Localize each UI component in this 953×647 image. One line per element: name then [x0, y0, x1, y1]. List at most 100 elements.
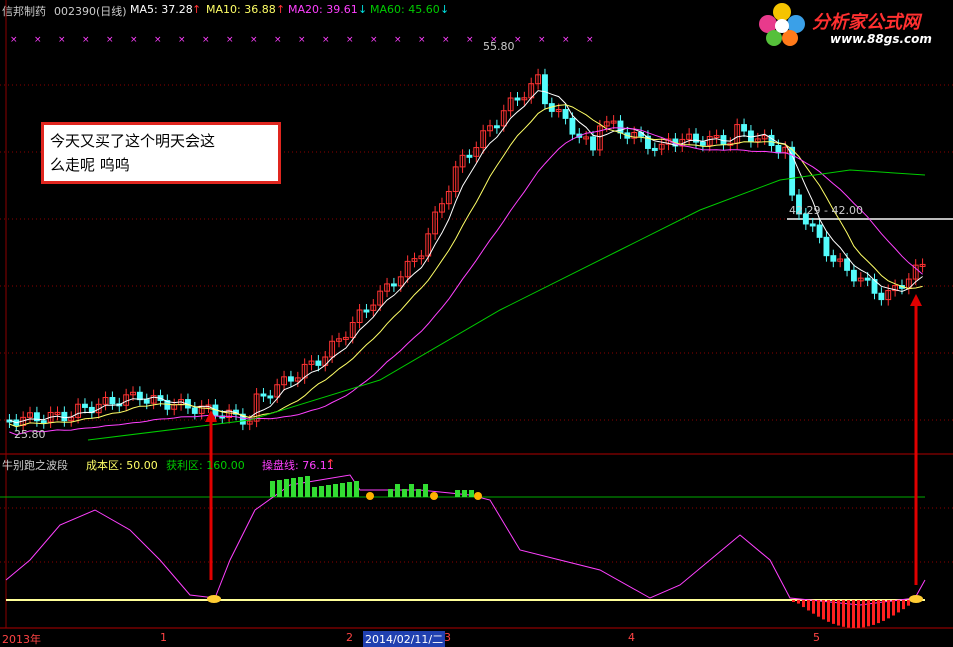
cross-mark: × — [538, 35, 546, 45]
cross-mark: × — [346, 35, 354, 45]
candle-body — [267, 395, 274, 399]
cross-mark: × — [298, 35, 306, 45]
cost-bar — [817, 600, 820, 617]
cost-label: 成本区: 50.00 — [86, 459, 158, 472]
annotation-arrows — [205, 294, 922, 585]
profit-bar — [319, 486, 324, 497]
profit-bar — [333, 484, 338, 497]
cost-bar — [802, 600, 805, 608]
cross-mark: × — [586, 35, 594, 45]
candle-body — [514, 97, 521, 101]
candle-body — [390, 283, 397, 287]
candle-body — [823, 236, 830, 257]
cost-bar — [832, 600, 835, 624]
x-label-date: 2014/02/11/二 — [363, 631, 446, 647]
cost-bar — [807, 600, 810, 611]
cross-mark: × — [58, 35, 66, 45]
low-price-label: 25.80 — [14, 428, 46, 441]
comment-note: 今天又买了这个明天会这 么走呢 呜呜 — [41, 122, 281, 184]
signal-icon — [366, 492, 374, 500]
profit-bar — [326, 485, 331, 497]
high-price-label: 55.80 — [483, 40, 515, 53]
candle-body — [260, 393, 267, 397]
profit-bar — [312, 487, 317, 497]
cost-bar — [792, 600, 795, 602]
candle-body — [878, 292, 885, 301]
profit-bar — [277, 480, 282, 497]
candle-body — [844, 258, 850, 271]
cost-bar — [837, 600, 840, 626]
cross-mark: × — [394, 35, 402, 45]
cost-bar — [867, 600, 870, 627]
candle-body — [569, 117, 576, 135]
candle-body — [850, 269, 857, 282]
cross-mark: × — [274, 35, 282, 45]
note-line-1: 今天又买了这个明天会这 — [50, 132, 216, 150]
cost-bar — [882, 600, 885, 621]
candle-body — [143, 399, 150, 404]
profit-bar — [402, 489, 407, 497]
cost-bar — [812, 600, 815, 614]
operation-label: 操盘线: 76.11 — [262, 459, 334, 472]
x-label-2013: 2013年 — [2, 633, 41, 646]
candle-body — [830, 255, 837, 262]
cost-bar — [842, 600, 845, 627]
candle-body — [816, 224, 823, 238]
cost-bar — [892, 600, 895, 616]
cross-mark: × — [466, 35, 474, 45]
cross-mark: × — [154, 35, 162, 45]
cross-mark: × — [226, 35, 234, 45]
cross-mark: × — [130, 35, 138, 45]
cost-bar — [827, 600, 830, 622]
profit-bar — [416, 489, 421, 497]
operation-up-icon: ↑ — [326, 457, 336, 470]
range-price-label: 42.29 - 42.00 — [789, 204, 863, 217]
buy-signal-icon — [909, 595, 923, 603]
profit-bar — [347, 482, 352, 497]
cross-mark: × — [370, 35, 378, 45]
candle-body — [775, 145, 782, 154]
candle-body — [315, 360, 322, 366]
cost-bar — [872, 600, 875, 625]
cross-mark: × — [10, 35, 18, 45]
candle-body — [809, 223, 816, 227]
note-line-2: 么走呢 呜呜 — [50, 156, 130, 174]
x-label-5: 5 — [813, 631, 820, 644]
indicator-name[interactable]: 牛别跑之波段 — [2, 457, 68, 473]
x-label-3: 3 — [444, 631, 451, 644]
grid-lines — [0, 0, 953, 629]
cross-mark: × — [178, 35, 186, 45]
profit-bar — [455, 490, 460, 497]
candle-body — [191, 407, 198, 414]
cost-bar — [857, 600, 860, 628]
buy-signal-icon — [207, 595, 221, 603]
cost-bar — [862, 600, 865, 628]
site-logo: 分析家公式网 www.88gs.com — [752, 0, 953, 48]
candle-body — [82, 403, 88, 408]
kline-chart[interactable]: × × × × × × × × × × × × × × × × × × × × × × × × × — [0, 0, 953, 644]
profit-bar — [298, 477, 303, 497]
candle-body — [109, 397, 116, 405]
profit-bar — [305, 476, 310, 497]
candle-body — [617, 120, 624, 134]
profit-bar — [291, 478, 296, 497]
candle-body — [542, 74, 548, 105]
signal-icon — [430, 492, 438, 500]
candle-body — [864, 277, 871, 281]
profit-bar — [270, 481, 275, 497]
logo-url: www.88gs.com — [830, 32, 932, 46]
arrow-right-head — [910, 294, 922, 306]
profit-bar — [395, 484, 400, 497]
cost-bar — [852, 600, 855, 628]
profit-label: 获利区: 160.00 — [166, 459, 245, 472]
candle-body — [136, 391, 143, 401]
profit-bar — [284, 479, 289, 497]
cross-mark: × — [442, 35, 450, 45]
cross-mark: × — [202, 35, 210, 45]
profit-bar — [423, 484, 428, 497]
signal-icon — [474, 492, 482, 500]
candle-body — [287, 376, 294, 382]
profit-bar — [340, 483, 345, 497]
x-label-4: 4 — [628, 631, 635, 644]
profit-bar — [409, 484, 414, 497]
